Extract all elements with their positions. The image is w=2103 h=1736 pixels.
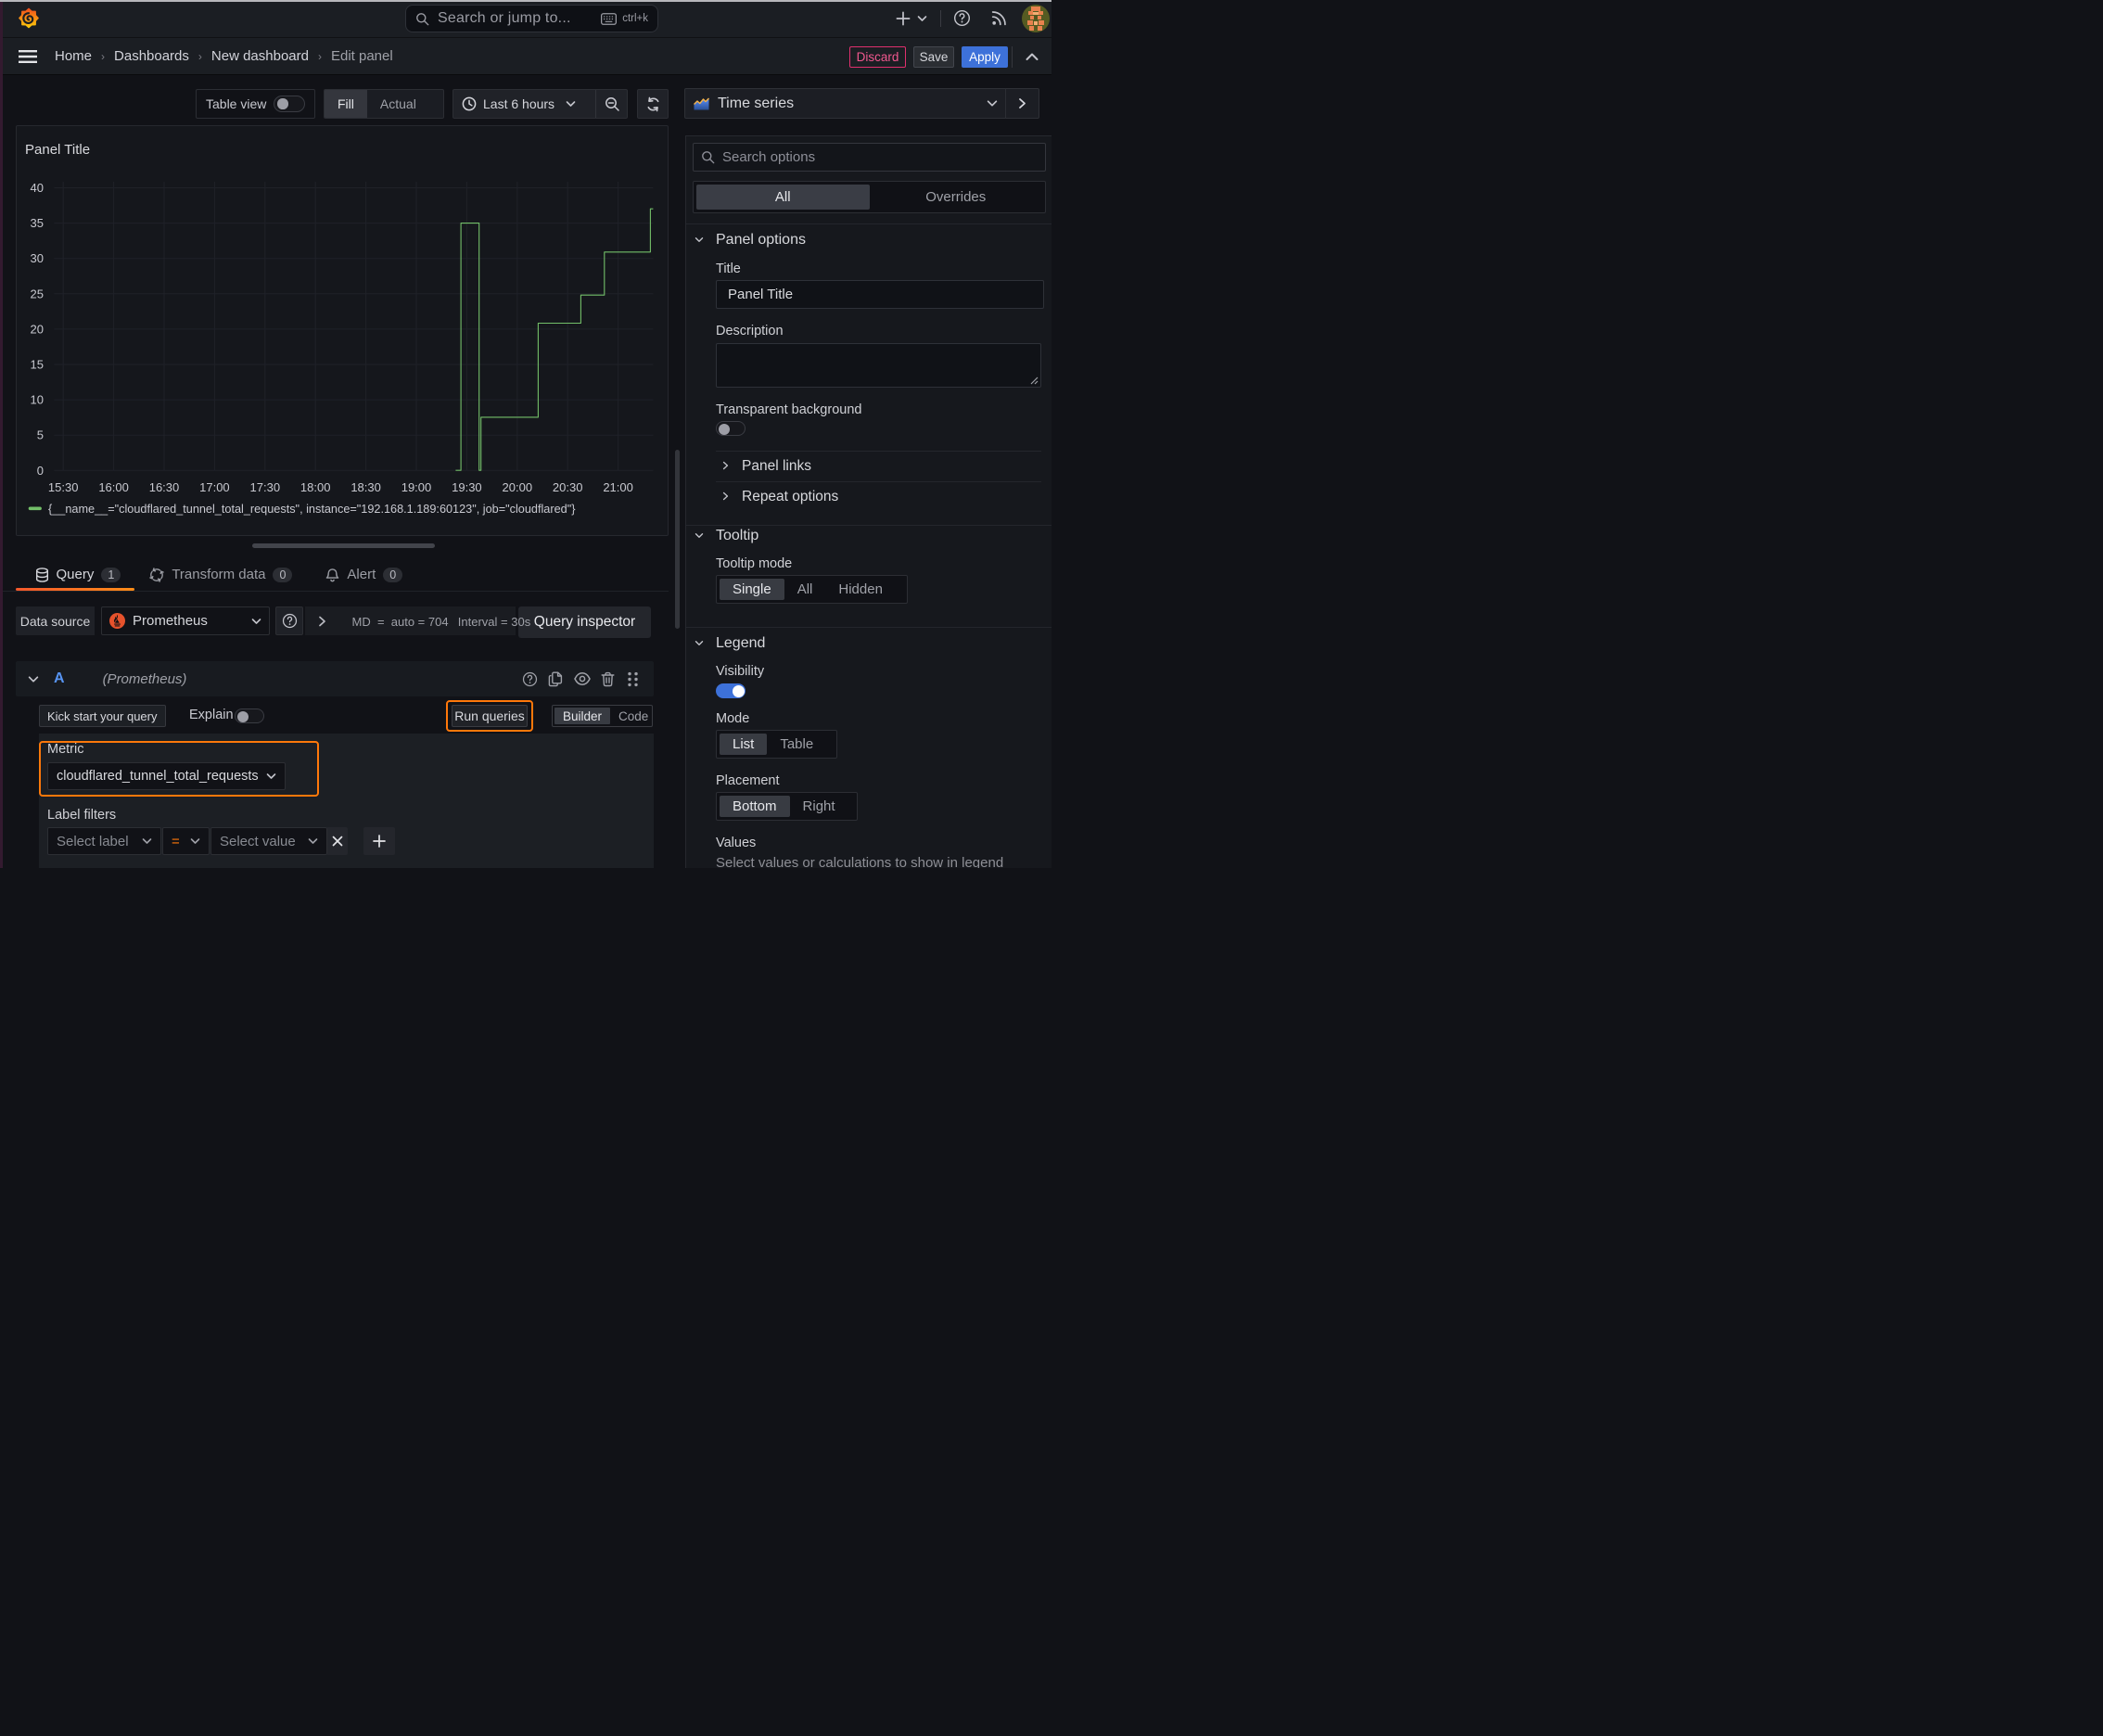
svg-text:15:30: 15:30 (48, 480, 79, 494)
svg-text:5: 5 (37, 428, 44, 442)
svg-text:25: 25 (31, 287, 44, 300)
svg-text:0: 0 (37, 464, 44, 478)
svg-text:17:30: 17:30 (250, 480, 281, 494)
svg-text:10: 10 (31, 393, 44, 407)
svg-text:17:00: 17:00 (199, 480, 230, 494)
svg-text:20:00: 20:00 (503, 480, 533, 494)
svg-text:30: 30 (31, 251, 44, 265)
svg-text:20: 20 (31, 322, 44, 336)
svg-text:20:30: 20:30 (553, 480, 583, 494)
svg-text:40: 40 (31, 181, 44, 195)
svg-text:16:30: 16:30 (149, 480, 180, 494)
svg-text:35: 35 (31, 216, 44, 230)
svg-text:{__name__="cloudflared_tunnel_: {__name__="cloudflared_tunnel_total_requ… (48, 503, 576, 516)
svg-text:19:00: 19:00 (401, 480, 432, 494)
svg-text:15: 15 (31, 358, 44, 372)
svg-text:18:00: 18:00 (300, 480, 331, 494)
svg-text:21:00: 21:00 (603, 480, 633, 494)
svg-text:18:30: 18:30 (350, 480, 381, 494)
svg-text:19:30: 19:30 (452, 480, 482, 494)
svg-text:16:00: 16:00 (98, 480, 129, 494)
